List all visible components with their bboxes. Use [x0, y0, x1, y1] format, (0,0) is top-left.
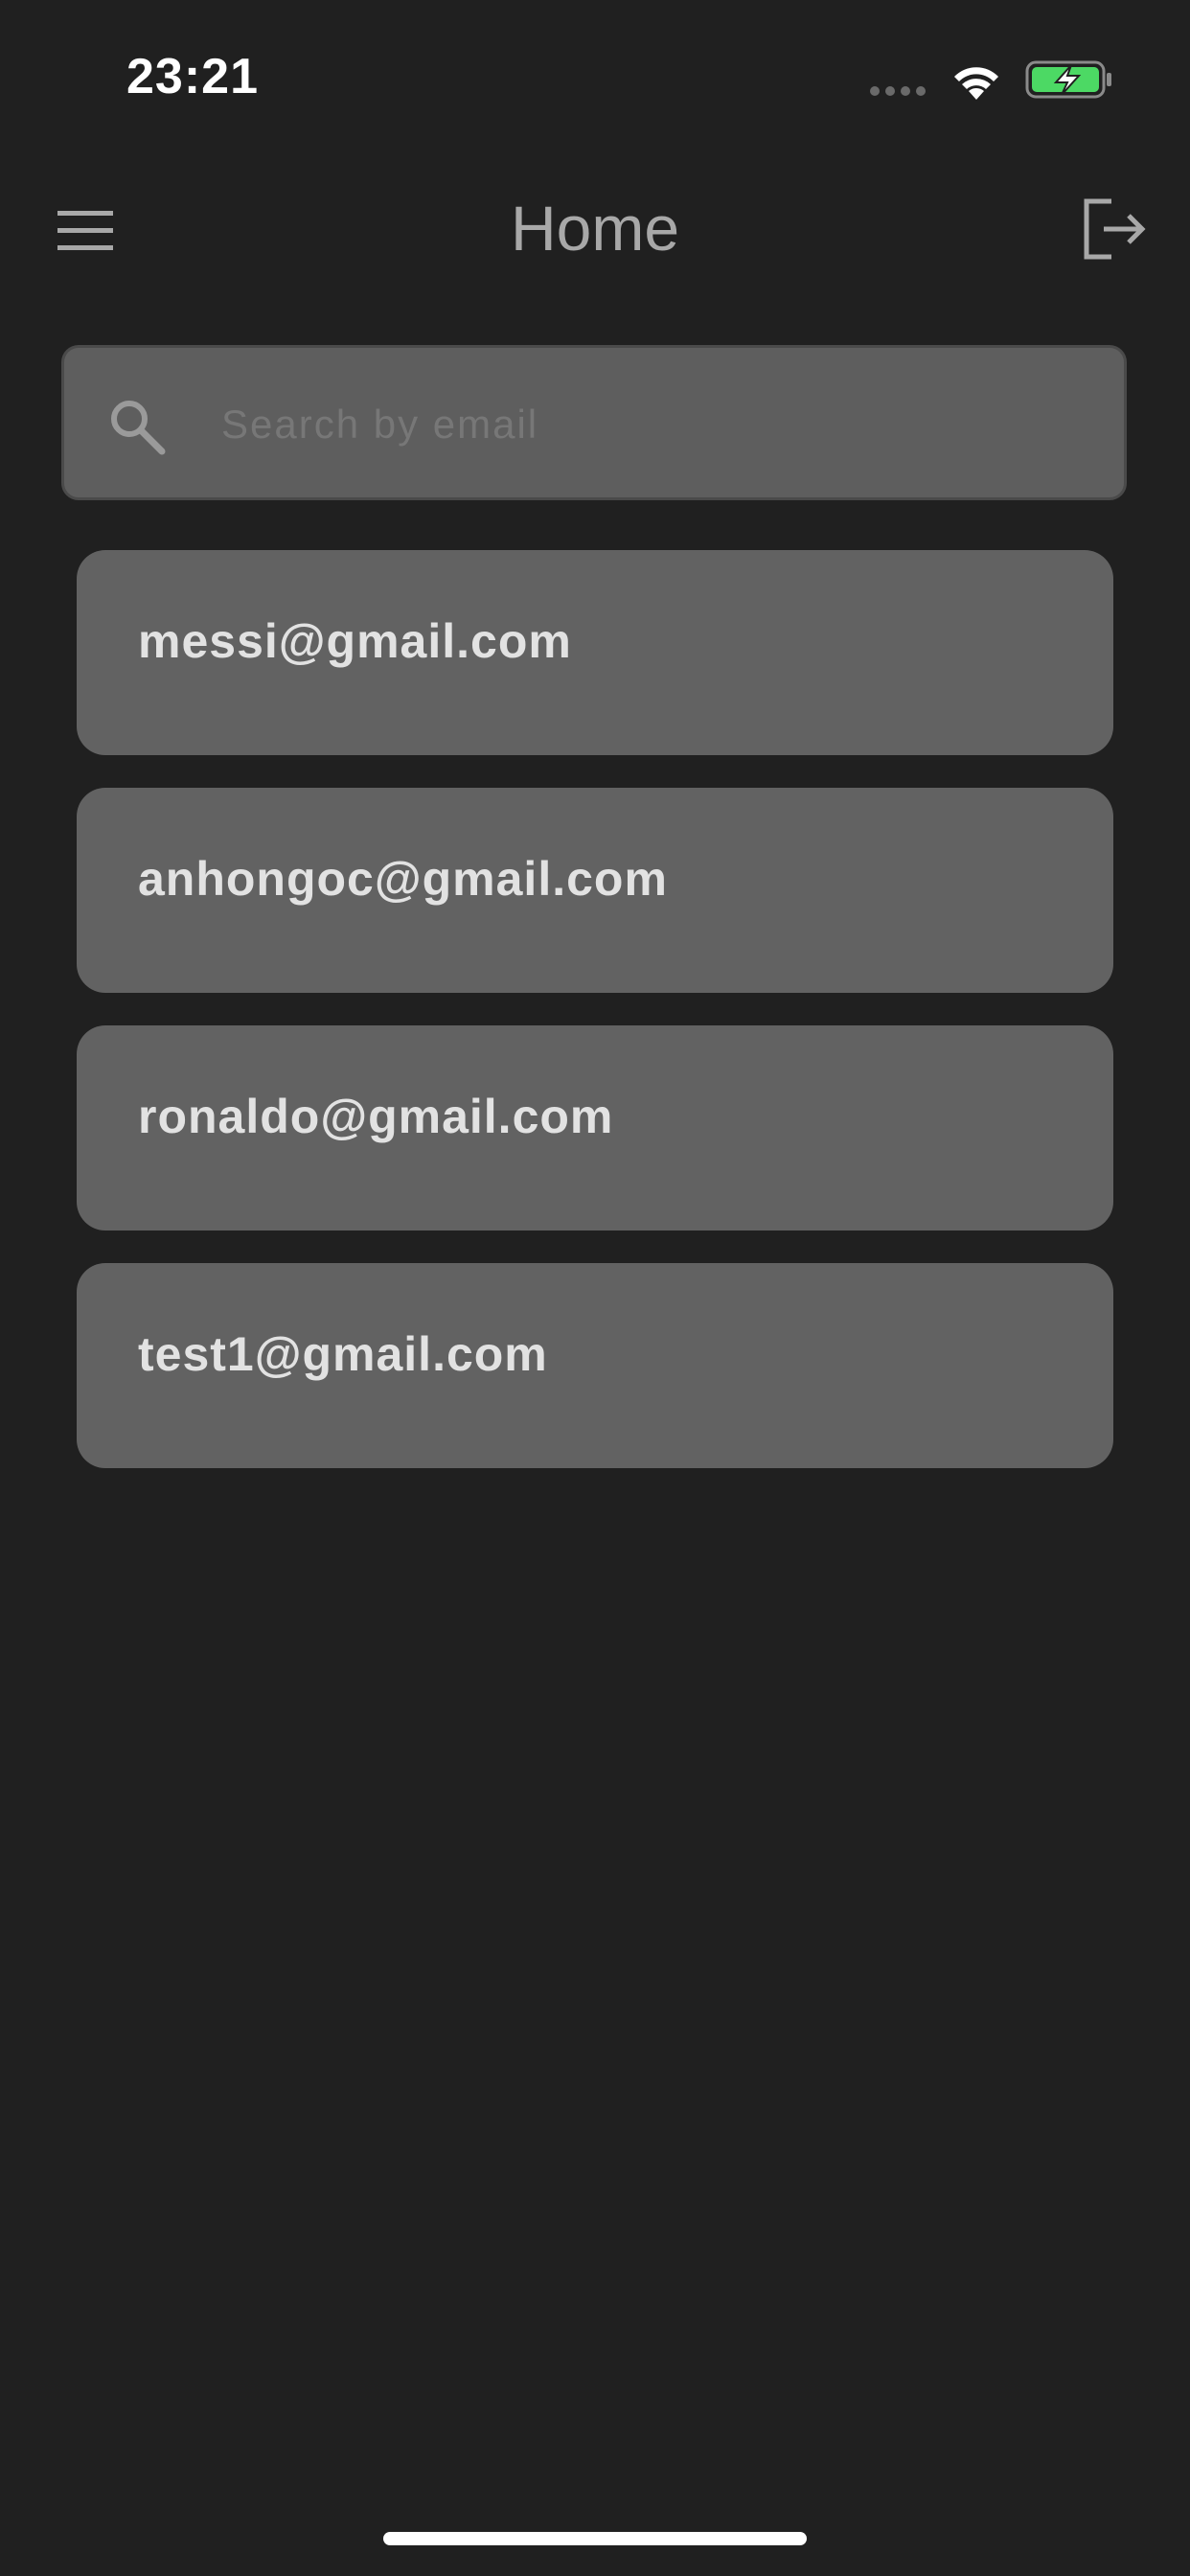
page-title: Home: [510, 193, 680, 264]
email-label: test1@gmail.com: [138, 1327, 548, 1381]
list-item[interactable]: anhongoc@gmail.com: [77, 788, 1113, 993]
status-time: 23:21: [126, 49, 259, 104]
home-indicator[interactable]: [383, 2532, 807, 2545]
email-label: ronaldo@gmail.com: [138, 1090, 614, 1143]
email-label: anhongoc@gmail.com: [138, 852, 668, 906]
list-item[interactable]: test1@gmail.com: [77, 1263, 1113, 1468]
search-icon: [111, 401, 166, 455]
wifi-icon: [954, 67, 998, 100]
list-item[interactable]: messi@gmail.com: [77, 550, 1113, 755]
search-input[interactable]: [221, 390, 1084, 459]
logout-icon[interactable]: [1081, 197, 1148, 261]
email-label: messi@gmail.com: [138, 614, 572, 668]
list-item[interactable]: ronaldo@gmail.com: [77, 1025, 1113, 1230]
search-bar[interactable]: [61, 345, 1127, 500]
signal-dots-icon: [870, 86, 926, 96]
email-list: messi@gmail.com anhongoc@gmail.com ronal…: [77, 550, 1113, 1501]
battery-charging-icon: [1025, 60, 1111, 99]
